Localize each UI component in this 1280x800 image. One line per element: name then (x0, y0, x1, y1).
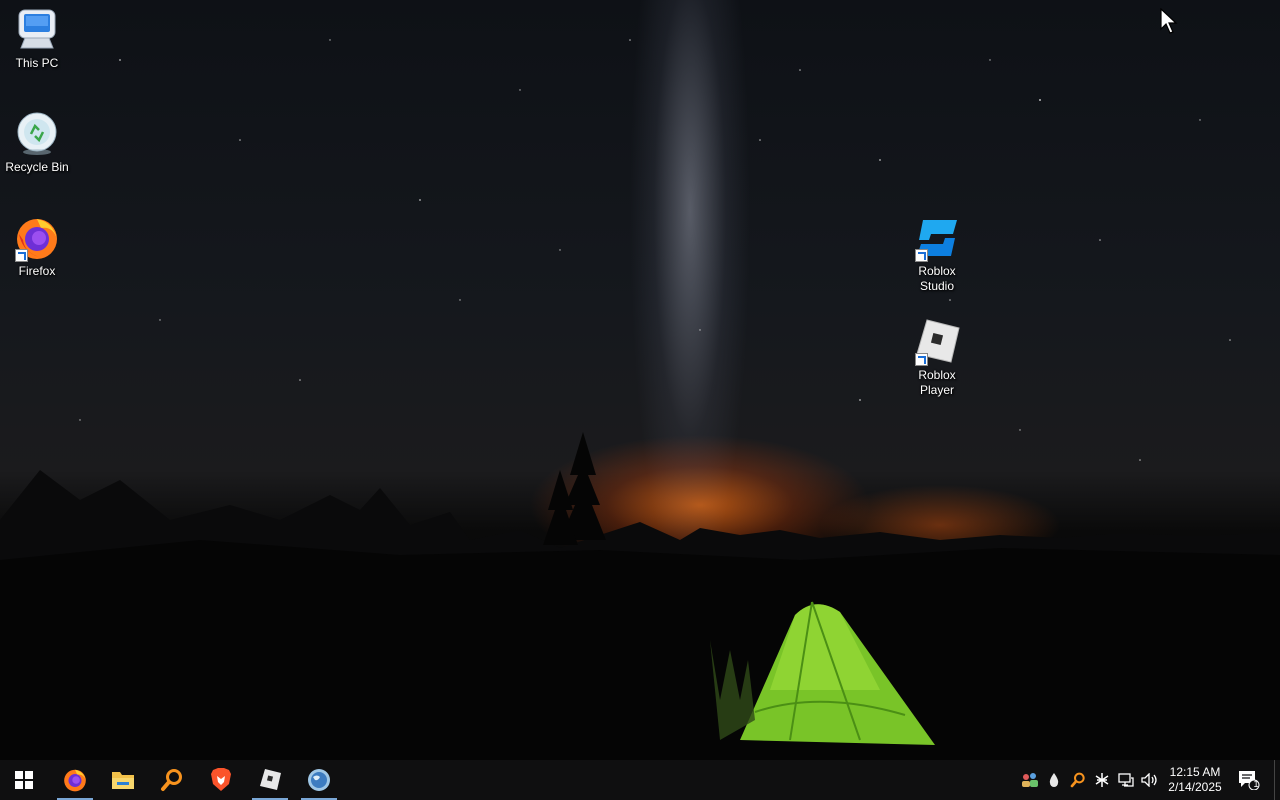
shortcut-arrow-icon (15, 249, 28, 262)
shortcut-arrow-icon (915, 249, 928, 262)
start-icon (15, 771, 33, 789)
drop-icon[interactable] (1042, 760, 1066, 800)
taskbar-app-brave[interactable] (197, 760, 245, 800)
roblox-studio-icon (913, 214, 961, 262)
desktop-icon-recycle-bin[interactable]: Recycle Bin (0, 110, 74, 175)
desktop-icon-this-pc[interactable]: This PC (0, 6, 74, 71)
taskbar-app-globe[interactable] (295, 760, 343, 800)
taskbar-app-roblox-player[interactable] (246, 760, 294, 800)
people-icon[interactable] (1018, 760, 1042, 800)
notification-count: 1 (1253, 779, 1259, 789)
search-icon (161, 769, 182, 791)
desktop-icon-roblox-player[interactable]: Roblox Player (900, 318, 974, 398)
desktop-icon-roblox-studio[interactable]: Roblox Studio (900, 214, 974, 294)
desktop-icon-label: This PC (15, 56, 59, 70)
folder-icon (112, 772, 134, 789)
taskbar-app-firefox[interactable] (51, 760, 99, 800)
desktop-wallpaper (0, 0, 1280, 760)
network-icon[interactable] (1114, 760, 1138, 800)
clock-date: 2/14/2025 (1168, 780, 1222, 794)
volume-icon[interactable] (1138, 760, 1162, 800)
taskbar-clock[interactable]: 12:15 AM 2/14/2025 (1160, 760, 1230, 800)
notification-center-button[interactable]: 1 (1234, 760, 1264, 800)
night-landscape (0, 39, 1280, 760)
firefox-icon (64, 769, 86, 792)
roblox-icon (260, 769, 281, 790)
taskbar: 12:15 AM 2/14/2025 1 (0, 760, 1280, 800)
system-tray (1018, 760, 1162, 800)
shortcut-arrow-icon (915, 353, 928, 366)
taskbar-app-search[interactable] (148, 760, 196, 800)
desktop-icon-label: Firefox (18, 264, 56, 278)
recycle-bin-icon (13, 110, 61, 158)
search-tray-icon[interactable] (1066, 760, 1090, 800)
desktop-icon-firefox[interactable]: Firefox (0, 214, 74, 279)
show-desktop-button[interactable] (1274, 760, 1280, 800)
taskbar-app-file-explorer[interactable] (99, 760, 147, 800)
desktop-icon-label: Roblox Studio (918, 264, 956, 293)
globe-icon (308, 769, 330, 791)
bluetooth-icon[interactable] (1090, 760, 1114, 800)
desktop-icon-label: Roblox Player (918, 368, 956, 397)
brave-icon (211, 768, 231, 791)
mouse-cursor-icon (1160, 8, 1178, 34)
desktop-icon-label: Recycle Bin (5, 160, 69, 174)
this-pc-icon (13, 6, 61, 54)
roblox-player-icon (913, 318, 961, 366)
firefox-icon (13, 214, 61, 262)
clock-time: 12:15 AM (1169, 765, 1221, 779)
start-button[interactable] (0, 760, 48, 800)
